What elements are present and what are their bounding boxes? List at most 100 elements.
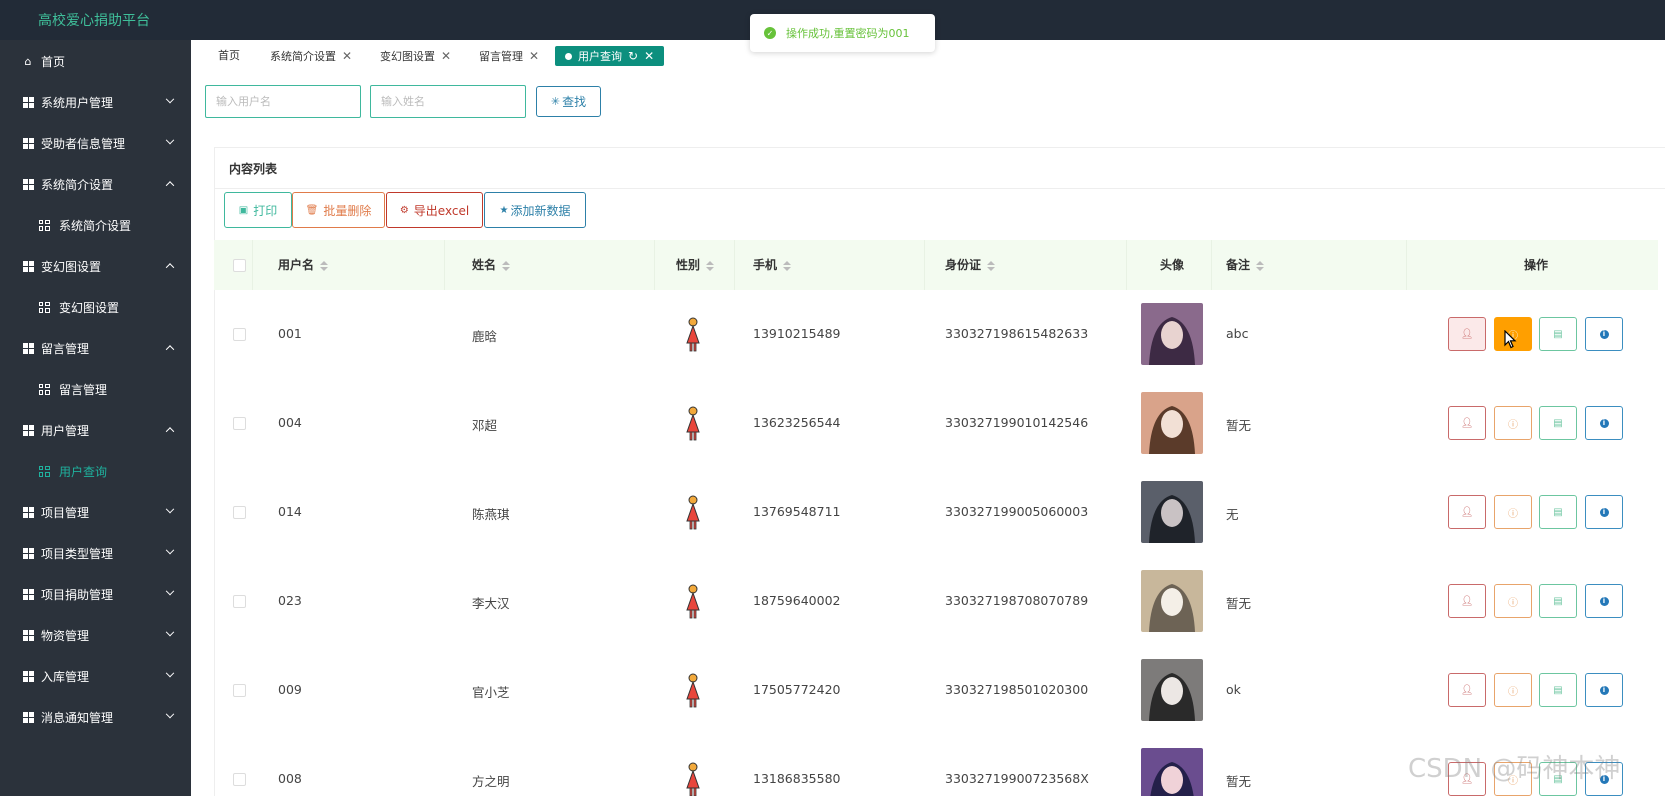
print-icon: ▣: [238, 204, 249, 216]
username-search-input[interactable]: [205, 85, 361, 118]
cell-idcard: 330327198615482633: [945, 326, 1089, 341]
sidebar-item-project-types[interactable]: 项目类型管理: [0, 535, 191, 571]
info-button[interactable]: i: [1585, 584, 1623, 618]
select-all-checkbox[interactable]: [233, 259, 246, 272]
close-icon[interactable]: ✕: [644, 49, 654, 63]
close-icon[interactable]: ✕: [529, 49, 539, 63]
sidebar-item-home[interactable]: ⌂ 首页: [0, 43, 191, 79]
chevron-up-icon: [165, 261, 175, 272]
column-header-phone[interactable]: 手机: [753, 240, 792, 290]
reset-password-button[interactable]: ⓘ: [1494, 495, 1532, 529]
sort-icon[interactable]: [320, 260, 329, 271]
info-button[interactable]: i: [1585, 406, 1623, 440]
cell-remark: abc: [1226, 326, 1249, 341]
grid-icon: [22, 670, 34, 682]
reset-password-button[interactable]: ⓘ: [1494, 584, 1532, 618]
sidebar-item-recipients[interactable]: 受助者信息管理: [0, 125, 191, 161]
sidebar-subitem-system-intro[interactable]: 系统简介设置: [0, 207, 191, 243]
sidebar-item-warehousing[interactable]: 入库管理: [0, 658, 191, 694]
edit-user-button[interactable]: 👤︎: [1448, 584, 1486, 618]
sort-icon[interactable]: [706, 260, 715, 271]
sidebar-subitem-messages[interactable]: 留言管理: [0, 371, 191, 407]
sidebar-item-label: 项目类型管理: [41, 546, 114, 561]
close-icon[interactable]: ✕: [342, 49, 352, 63]
sidebar-item-carousel[interactable]: 变幻图设置: [0, 248, 191, 284]
cell-remark: 无: [1226, 507, 1239, 522]
sidebar-item-system-users[interactable]: 系统用户管理: [0, 84, 191, 120]
reset-password-button[interactable]: ⓘ: [1494, 406, 1532, 440]
sort-icon[interactable]: [987, 260, 996, 271]
cell-remark: 暂无: [1226, 774, 1252, 789]
cell-username: 009: [278, 682, 302, 697]
sidebar-subitem-carousel[interactable]: 变幻图设置: [0, 289, 191, 325]
delete-button[interactable]: ▤: [1539, 495, 1577, 529]
sort-icon[interactable]: [1256, 260, 1265, 271]
print-button[interactable]: ▣ 打印: [224, 192, 292, 228]
batch-delete-button[interactable]: 🗑 批量删除: [292, 192, 385, 228]
close-icon[interactable]: ✕: [441, 49, 451, 63]
sidebar-item-supplies[interactable]: 物资管理: [0, 617, 191, 653]
female-icon: [686, 317, 700, 352]
column-header-username[interactable]: 用户名: [278, 240, 329, 290]
edit-user-button[interactable]: 👤︎: [1448, 317, 1486, 351]
delete-button[interactable]: ▤: [1539, 406, 1577, 440]
sidebar-item-projects[interactable]: 项目管理: [0, 494, 191, 530]
info-button[interactable]: i: [1585, 673, 1623, 707]
tab-user-query[interactable]: 用户查询 ↻ ✕: [555, 46, 665, 66]
cell-idcard: 330327199005060003: [945, 504, 1089, 519]
tab-label: 首页: [218, 49, 240, 62]
sort-icon[interactable]: [783, 260, 792, 271]
info-button[interactable]: i: [1585, 317, 1623, 351]
delete-button[interactable]: ▤: [1539, 673, 1577, 707]
cell-idcard: 330327198708070789: [945, 593, 1089, 608]
column-header-operations: 操作: [1524, 240, 1548, 290]
tab-home[interactable]: 首页: [218, 46, 240, 66]
sidebar-subitem-user-query[interactable]: 用户查询: [0, 453, 191, 489]
info-button[interactable]: i: [1585, 495, 1623, 529]
edit-user-button[interactable]: 👤︎: [1448, 495, 1486, 529]
grid-icon: [22, 137, 34, 149]
name-search-input[interactable]: [370, 85, 526, 118]
row-checkbox[interactable]: [233, 684, 246, 697]
row-checkbox[interactable]: [233, 506, 246, 519]
delete-button[interactable]: ▤: [1539, 317, 1577, 351]
row-checkbox[interactable]: [233, 773, 246, 786]
column-header-remark[interactable]: 备注: [1226, 240, 1265, 290]
sidebar-item-system-intro[interactable]: 系统简介设置: [0, 166, 191, 202]
column-label: 性别: [676, 258, 701, 272]
column-header-name[interactable]: 姓名: [472, 240, 511, 290]
grid-icon: [22, 711, 34, 723]
column-header-idcard[interactable]: 身份证: [945, 240, 996, 290]
refresh-icon[interactable]: ↻: [628, 49, 638, 63]
tab-system-intro[interactable]: 系统简介设置 ✕: [270, 46, 352, 66]
row-checkbox[interactable]: [233, 595, 246, 608]
row-checkbox[interactable]: [233, 417, 246, 430]
tab-carousel[interactable]: 变幻图设置 ✕: [380, 46, 451, 66]
divider: [734, 240, 735, 290]
search-button[interactable]: ✳ 查找: [536, 86, 601, 117]
add-data-button[interactable]: ★ 添加新数据: [484, 192, 586, 228]
sidebar-item-users[interactable]: 用户管理: [0, 412, 191, 448]
star-icon: ★: [499, 204, 509, 216]
reset-password-button[interactable]: ⓘ: [1494, 673, 1532, 707]
edit-user-button[interactable]: 👤︎: [1448, 673, 1486, 707]
sidebar-item-label: 入库管理: [41, 669, 90, 684]
tab-messages[interactable]: 留言管理 ✕: [479, 46, 539, 66]
edit-user-button[interactable]: 👤︎: [1448, 406, 1486, 440]
row-checkbox[interactable]: [233, 328, 246, 341]
sort-icon[interactable]: [502, 260, 511, 271]
cell-username: 001: [278, 326, 302, 341]
grid-icon: [22, 547, 34, 559]
delete-button[interactable]: ▤: [1539, 584, 1577, 618]
sidebar-item-messages[interactable]: 留言管理: [0, 330, 191, 366]
column-header-gender[interactable]: 性别: [676, 240, 715, 290]
avatar: [1141, 748, 1203, 796]
sidebar-item-label: 项目管理: [41, 505, 90, 520]
sidebar-item-notifications[interactable]: 消息通知管理: [0, 699, 191, 735]
sidebar-item-project-donations[interactable]: 项目捐助管理: [0, 576, 191, 612]
export-excel-button[interactable]: ⚙ 导出excel: [386, 192, 483, 228]
table-row: 014 陈燕琪 13769548711 330327199005060003 无 👤︎ ⓘ ▤…: [214, 468, 1658, 557]
female-icon: [686, 406, 700, 441]
column-header-avatar: 头像: [1160, 240, 1184, 290]
sidebar-item-label: 留言管理: [41, 341, 90, 356]
